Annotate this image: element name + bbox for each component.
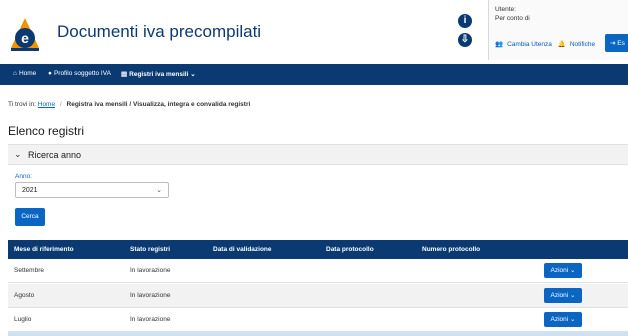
breadcrumb: Ti trovi in: Home / Registra iva mensili…	[8, 101, 250, 108]
change-user-link[interactable]: Cambia Utenza	[507, 41, 552, 48]
breadcrumb-prefix: Ti trovi in:	[8, 101, 36, 108]
azioni-button[interactable]: Azioni ⌄	[544, 263, 582, 278]
exit-label: Es	[617, 40, 625, 47]
chevron-down-icon: ⌄	[570, 267, 576, 274]
nav-home[interactable]: ⌂ Home	[13, 70, 36, 77]
chevron-down-icon: ⌄	[156, 187, 162, 194]
exit-button[interactable]: ⇥ Es	[605, 34, 628, 52]
nav-registri[interactable]: ▤ Registri iva mensili ⌄	[121, 70, 196, 78]
document-icon: ▤	[121, 71, 128, 78]
logout-icon: ⇥	[610, 40, 616, 47]
table-row: Agosto In lavorazione Azioni ⌄	[8, 284, 628, 308]
user-links: 👥 Cambia Utenza 🔔 Notifiche	[495, 40, 599, 48]
cell-stato: In lavorazione	[130, 292, 171, 299]
azioni-button[interactable]: Azioni ⌄	[544, 288, 582, 303]
info-icon[interactable]: i	[458, 14, 472, 28]
chevron-down-icon: ⌄	[190, 71, 196, 78]
cell-mese: Settembre	[14, 267, 44, 274]
search-panel-title: Ricerca anno	[28, 150, 82, 160]
per-conto-label: Per conto di	[495, 15, 530, 22]
cell-stato: In lavorazione	[130, 267, 171, 274]
cell-mese: Luglio	[14, 316, 32, 323]
svg-text:e: e	[21, 30, 29, 46]
users-icon: 👥	[495, 41, 504, 48]
chevron-down-icon: ⌄	[570, 316, 576, 323]
page-title: Elenco registri	[8, 124, 85, 138]
chevron-down-icon: ⌄	[14, 149, 22, 159]
azioni-label: Azioni	[550, 292, 569, 299]
anno-select[interactable]: 2021 ⌄	[15, 182, 169, 198]
app-header: e Documenti iva precompilati i ⇩ Utente:…	[0, 0, 628, 64]
column-header: Numero protocollo	[422, 246, 481, 253]
home-icon: ⌂	[13, 70, 17, 77]
user-panel: Utente: Per conto di 👥 Cambia Utenza 🔔 Not…	[488, 0, 628, 60]
anno-value: 2021	[22, 187, 38, 194]
column-header: Stato registri	[130, 246, 171, 253]
agenzia-entrate-logo[interactable]: e	[10, 17, 40, 51]
table-footer-strip	[8, 331, 628, 336]
download-icon[interactable]: ⇩	[458, 33, 472, 47]
bell-icon: 🔔	[557, 41, 566, 48]
nav-home-label: Home	[18, 70, 37, 77]
breadcrumb-separator: /	[59, 101, 62, 108]
cell-mese: Agosto	[14, 292, 35, 299]
breadcrumb-current: Registra iva mensili / Visualizza, integ…	[66, 101, 251, 108]
app-title: Documenti iva precompilati	[57, 22, 262, 41]
table-row: Luglio In lavorazione Azioni ⌄	[8, 308, 628, 332]
user-icon: ●	[48, 70, 52, 77]
nav-profilo-label: Profilo soggetto IVA	[53, 70, 111, 77]
chevron-down-icon: ⌄	[570, 292, 576, 299]
main-nav: ⌂ Home ● Profilo soggetto IVA ▤ Registri iv…	[0, 64, 628, 85]
table-row: Settembre In lavorazione Azioni ⌄	[8, 259, 628, 283]
search-panel: ⌄ Ricerca anno Anno: 2021 ⌄ Cerca	[8, 144, 628, 232]
table-header: Mese di riferimento Stato registri Data …	[8, 240, 628, 259]
column-header: Mese di riferimento	[14, 246, 74, 253]
anno-label: Anno:	[15, 173, 32, 180]
utente-label: Utente:	[495, 6, 516, 13]
azioni-label: Azioni	[550, 316, 569, 323]
nav-profilo[interactable]: ● Profilo soggetto IVA	[48, 70, 111, 77]
notifications-link[interactable]: Notifiche	[570, 41, 595, 48]
search-panel-header[interactable]: ⌄ Ricerca anno	[8, 145, 628, 165]
cerca-button[interactable]: Cerca	[15, 208, 45, 226]
azioni-button[interactable]: Azioni ⌄	[544, 312, 582, 327]
header-icons: i ⇩	[458, 14, 474, 52]
cell-stato: In lavorazione	[130, 316, 171, 323]
column-header: Data di validazione	[213, 246, 272, 253]
azioni-label: Azioni	[550, 267, 569, 274]
column-header: Data protocollo	[326, 246, 374, 253]
nav-registri-label: Registri iva mensili	[129, 71, 189, 78]
breadcrumb-home[interactable]: Home	[38, 101, 55, 108]
